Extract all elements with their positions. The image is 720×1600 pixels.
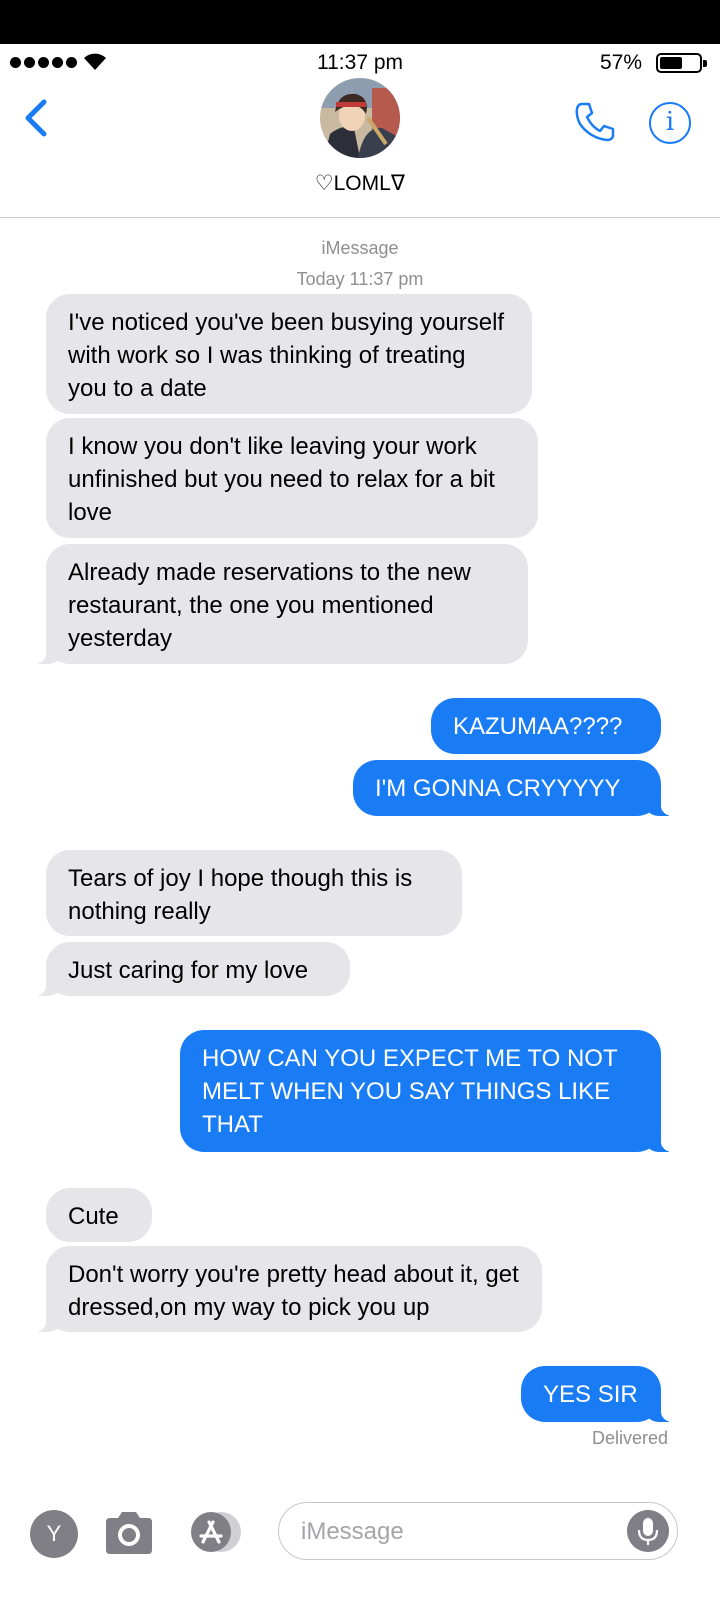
- message-bubble-received[interactable]: I know you don't like leaving your work …: [46, 418, 538, 538]
- message-bubble-received[interactable]: Cute: [46, 1188, 152, 1242]
- service-label: iMessage: [321, 238, 399, 258]
- info-icon[interactable]: i: [649, 102, 691, 144]
- delivery-status: Delivered: [591, 1428, 668, 1448]
- battery-percentage: 57%: [599, 51, 642, 74]
- message-bubble-sent[interactable]: HOW CAN YOU EXPECT ME TO NOT MELT WHEN Y…: [180, 1030, 677, 1152]
- message-bubble-sent[interactable]: KAZUMAA????: [431, 698, 661, 754]
- message-composer: Y iMessage: [0, 1490, 720, 1600]
- contact-avatar[interactable]: [320, 78, 400, 158]
- microphone-icon[interactable]: [627, 1510, 669, 1552]
- conversation-timestamp: Today 11:37 pm: [296, 269, 424, 289]
- message-input-placeholder: iMessage: [301, 1518, 404, 1545]
- app-button[interactable]: Y: [30, 1510, 78, 1558]
- message-bubble-received[interactable]: Already made reservations to the new res…: [30, 544, 528, 664]
- chevron-left-icon[interactable]: [20, 96, 54, 140]
- app-store-icon[interactable]: [185, 1508, 245, 1556]
- message-bubble-received[interactable]: I've noticed you've been busying yoursel…: [46, 294, 532, 414]
- message-bubble-received[interactable]: Just caring for my love: [30, 942, 350, 996]
- message-bubble-received[interactable]: Don't worry you're pretty head about it,…: [30, 1246, 542, 1332]
- message-bubble-sent[interactable]: I'M GONNA CRYYYYY: [353, 760, 677, 816]
- conversation-header: ♡LOMLᐁ i: [0, 78, 720, 218]
- message-bubble-sent[interactable]: YES SIR: [521, 1366, 677, 1422]
- phone-icon[interactable]: [572, 98, 618, 144]
- contact-name[interactable]: ♡LOMLᐁ: [0, 171, 720, 196]
- message-input[interactable]: iMessage: [278, 1502, 678, 1560]
- battery-level: [660, 57, 682, 69]
- battery-icon: [656, 53, 707, 73]
- top-black-bar: [0, 0, 720, 44]
- camera-icon[interactable]: [102, 1506, 156, 1560]
- message-bubble-received[interactable]: Tears of joy I hope though this is nothi…: [46, 850, 462, 936]
- status-bar: 11:37 pm 57%: [0, 44, 720, 78]
